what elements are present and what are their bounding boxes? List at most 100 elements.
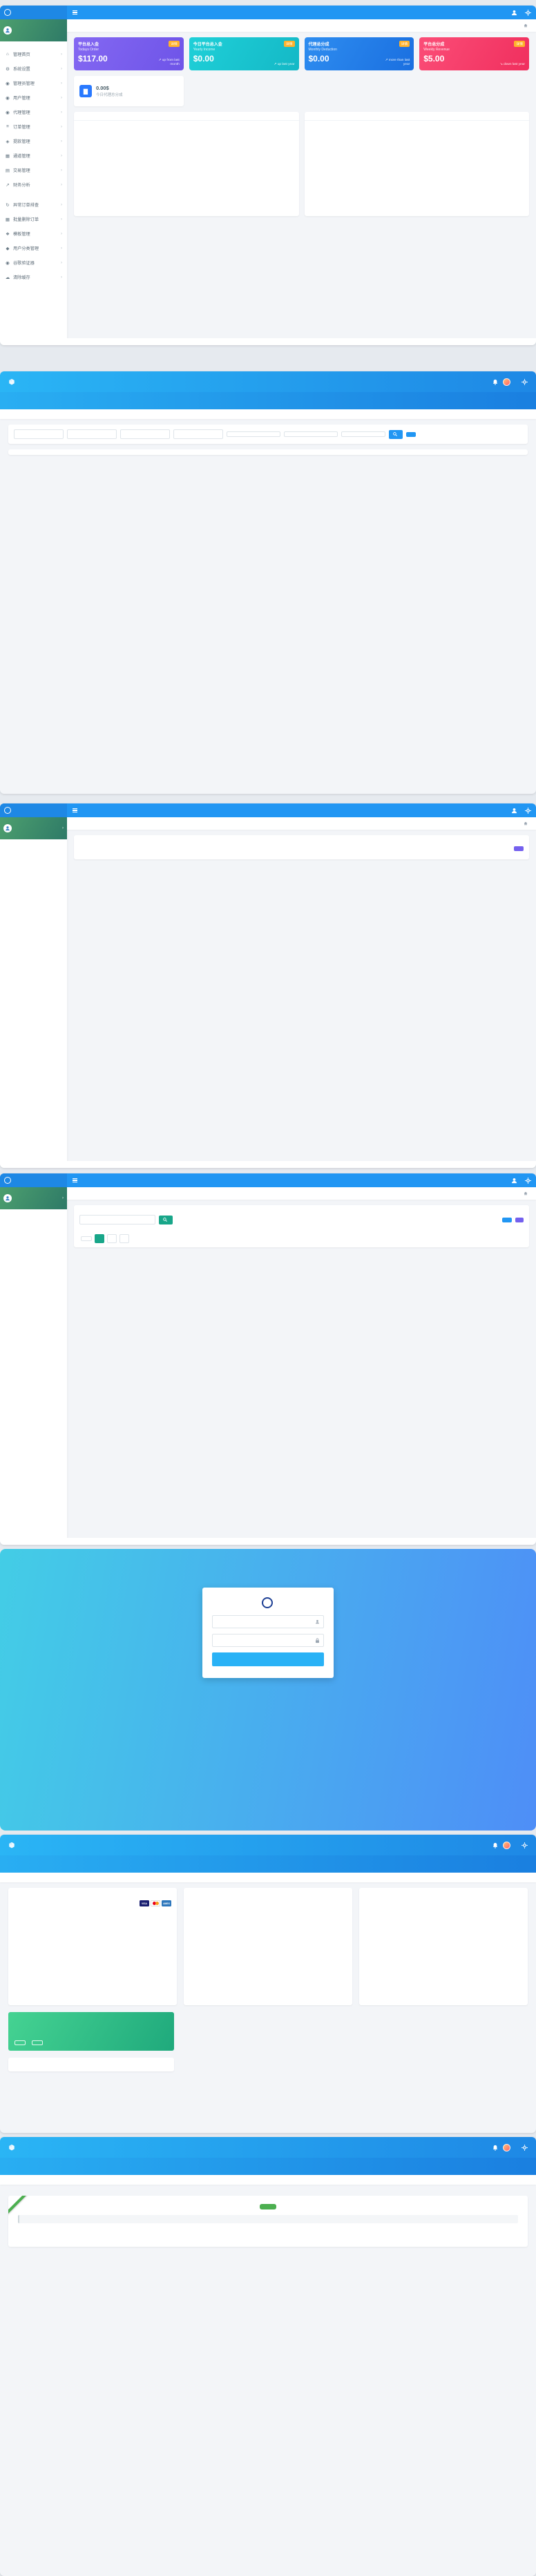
- sidebar-item[interactable]: ⌂ 管理首页 ›: [0, 47, 67, 61]
- type-select[interactable]: [341, 431, 385, 437]
- status-select[interactable]: [284, 431, 338, 437]
- visa-icon: VISA: [140, 1900, 149, 1906]
- fab-logo[interactable]: [0, 6, 67, 19]
- breadcrumb[interactable]: [524, 23, 529, 28]
- adminor-nav: [0, 392, 536, 409]
- hamburger-icon[interactable]: [73, 1178, 77, 1183]
- sidebar-item[interactable]: ↻ 异常订单排查 ›: [0, 197, 67, 212]
- avatar[interactable]: [503, 2144, 510, 2151]
- sidebar-item-label: 用户管理: [13, 95, 30, 101]
- login-button[interactable]: [212, 1652, 324, 1666]
- adminor-dashboard-screen: VISA AMEX: [0, 1835, 536, 2133]
- lock-icon: [315, 1638, 320, 1643]
- adminor-logo[interactable]: [8, 2144, 17, 2151]
- chevron-right-icon: ›: [62, 826, 64, 830]
- week-stats-card: [305, 112, 530, 216]
- fab-main: [67, 817, 536, 1168]
- sidebar-item-label: 通道管理: [13, 153, 30, 159]
- sidebar-item[interactable]: ↗ 财务分析 ›: [0, 177, 67, 192]
- gear-icon[interactable]: [522, 7, 533, 18]
- avatar[interactable]: [503, 1842, 510, 1849]
- breadcrumb[interactable]: [524, 821, 529, 826]
- fab-logo[interactable]: [0, 1173, 67, 1187]
- adminor-logo[interactable]: [8, 378, 17, 385]
- sidebar-item-label: 用户分类管理: [13, 245, 39, 251]
- sidebar-item-icon: ⚙: [5, 66, 10, 72]
- sidebar-user-panel[interactable]: ›: [0, 817, 67, 839]
- channel-select[interactable]: [227, 431, 280, 437]
- sidebar-item[interactable]: ☁ 清除缓存 ›: [0, 270, 67, 284]
- breadcrumb[interactable]: [524, 1191, 529, 1196]
- change-password-button[interactable]: [15, 2040, 26, 2045]
- password-input[interactable]: [216, 1639, 315, 1643]
- bell-icon[interactable]: [492, 379, 498, 385]
- adminor-header: [0, 371, 536, 392]
- brand-ring-icon: [262, 1597, 273, 1608]
- avatar[interactable]: [503, 378, 510, 386]
- risk-button[interactable]: [515, 1218, 524, 1222]
- next-page[interactable]: [119, 1234, 129, 1243]
- sidebar-item[interactable]: ◆ 用户分类管理 ›: [0, 241, 67, 255]
- add-app-button[interactable]: [502, 1218, 512, 1222]
- sidebar-item[interactable]: ≡ 订单管理 ›: [0, 119, 67, 134]
- create-time-input[interactable]: [120, 429, 170, 439]
- adminor-logo[interactable]: [8, 1842, 17, 1848]
- detail-badge[interactable]: 详情: [399, 41, 410, 47]
- gear-icon[interactable]: [522, 1175, 533, 1186]
- user-icon[interactable]: [508, 1175, 519, 1186]
- password-row: [212, 1634, 324, 1647]
- sidebar-item[interactable]: ◉ 谷歌验证器 ›: [0, 255, 67, 270]
- username-input[interactable]: [216, 1620, 315, 1624]
- search-icon: [393, 432, 397, 436]
- sidebar-item-icon: ☁: [5, 275, 10, 280]
- sidebar-item[interactable]: ▦ 批量删除订单 ›: [0, 212, 67, 226]
- search-button[interactable]: [159, 1216, 173, 1224]
- gear-icon[interactable]: [521, 2145, 528, 2151]
- sidebar-item[interactable]: ▦ 通道管理 ›: [0, 148, 67, 163]
- detail-badge[interactable]: 详情: [284, 41, 295, 47]
- sidebar-item-icon: ▦: [5, 153, 10, 159]
- gear-icon[interactable]: [522, 805, 533, 816]
- fab-channel-screen: ›: [0, 1173, 536, 1545]
- bell-icon[interactable]: [492, 2145, 498, 2151]
- sidebar-user-panel[interactable]: ›: [0, 1187, 67, 1209]
- detail-badge[interactable]: 详情: [514, 41, 525, 47]
- fab-dashboard-screen: ⌂ 管理首页 › ⚙ 系统设置 › ◉ 管理员管理 ›: [0, 6, 536, 345]
- order-desc-input[interactable]: [67, 429, 117, 439]
- export-button[interactable]: [406, 432, 416, 437]
- page-1[interactable]: [95, 1234, 104, 1243]
- hamburger-icon[interactable]: [73, 10, 77, 15]
- channel-search-input[interactable]: [79, 1215, 155, 1224]
- sidebar-item[interactable]: ◉ 管理员管理 ›: [0, 76, 67, 90]
- logout-button[interactable]: [32, 2040, 43, 2045]
- sidebar-user-panel[interactable]: [0, 19, 67, 41]
- sidebar-section-label: [0, 845, 67, 850]
- stat-card: 平台总入金 Todays Order $117.00 详情 ↗ up from …: [74, 37, 184, 70]
- search-button[interactable]: [389, 430, 403, 439]
- footer: [67, 1161, 536, 1168]
- page-2[interactable]: [107, 1234, 117, 1243]
- sidebar-item[interactable]: ⚙ 系统设置 ›: [0, 61, 67, 76]
- add-template-button[interactable]: [514, 846, 524, 851]
- page-size-select[interactable]: [81, 1236, 92, 1241]
- gear-icon[interactable]: [521, 379, 528, 385]
- sidebar-item[interactable]: ◉ 代理管理 ›: [0, 105, 67, 119]
- bell-icon[interactable]: [492, 1842, 498, 1848]
- finish-time-input[interactable]: [173, 429, 223, 439]
- sidebar-item[interactable]: ▤ 交易管理 ›: [0, 163, 67, 177]
- api-doc-button[interactable]: [260, 2204, 276, 2209]
- user-icon[interactable]: [508, 805, 519, 816]
- gear-icon[interactable]: [521, 1842, 528, 1848]
- hamburger-icon[interactable]: [73, 808, 77, 813]
- home-icon: [524, 23, 528, 28]
- sidebar-item-icon: ≡: [5, 124, 10, 129]
- sidebar-item[interactable]: ❖ 模板管理 ›: [0, 226, 67, 241]
- sidebar-item[interactable]: ◈ 提款管理 ›: [0, 134, 67, 148]
- fab-logo-icon: [4, 1177, 11, 1184]
- fab-logo[interactable]: [0, 803, 67, 817]
- order-no-input[interactable]: [14, 429, 64, 439]
- sidebar-item[interactable]: ◉ 用户管理 ›: [0, 90, 67, 105]
- user-icon[interactable]: [508, 7, 519, 18]
- detail-badge[interactable]: 详情: [169, 41, 180, 47]
- orders-card: [359, 1888, 528, 2005]
